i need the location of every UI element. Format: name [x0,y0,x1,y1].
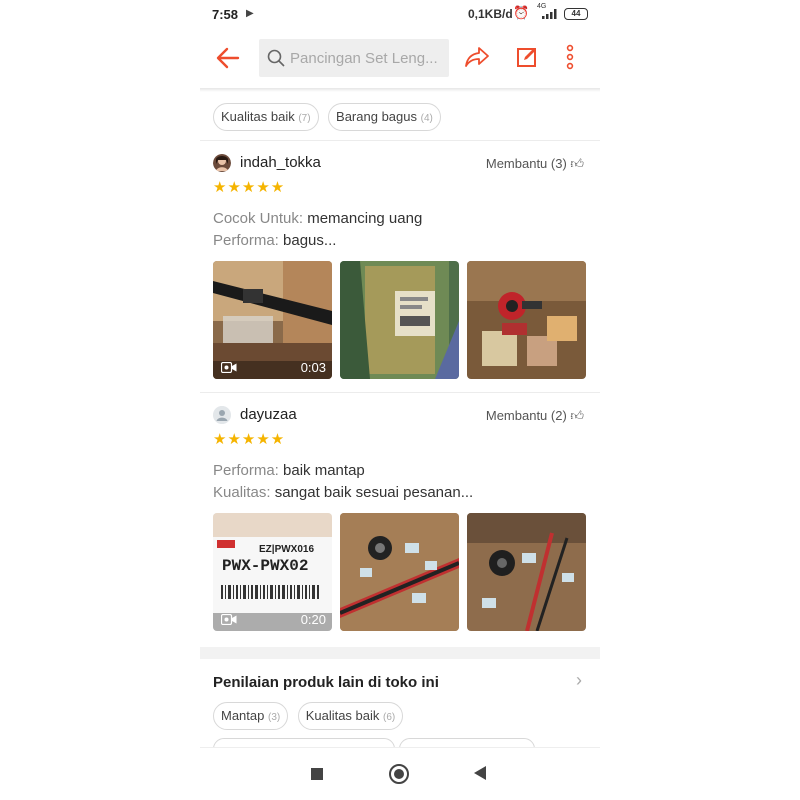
thumbs-up-icon: 👍︎ [570,156,584,171]
package-label-code: EZ|PWX016 [259,544,315,555]
divider [200,140,600,141]
search-placeholder: Pancingan Set Leng... [290,50,438,67]
star-rating: ★★★★★ [213,431,286,448]
divider [200,392,600,393]
review-detail: Kualitas: sangat baik sesuai pesanan... [213,484,474,501]
tag-chip[interactable]: Barang bagus (4) [328,103,441,131]
search-input[interactable]: Pancingan Set Leng... [259,39,449,77]
tag-chip[interactable]: Mantap (3) [213,702,289,730]
section-separator [200,647,600,659]
reviewer-name[interactable]: indah_tokka [240,154,321,171]
review-photo[interactable] [467,513,586,631]
review-video-thumbnail[interactable]: 0:03 [213,261,332,379]
edit-icon[interactable] [516,46,538,68]
review-photo[interactable] [340,261,459,379]
video-duration: 0:03 [300,360,326,375]
helpful-button[interactable]: Membantu (2) 👍︎ [486,408,584,424]
review-card: indah_tokka Membantu (3) 👍︎ ★★★★★ Cocok … [200,154,600,394]
play-icon: ▶ [246,8,254,19]
reviews-list[interactable]: Kualitas baik (7) Barang bagus (4) indah… [200,92,600,747]
back-arrow-icon[interactable] [214,44,242,72]
review-detail: Cocok Untuk: memancing uang [213,210,423,227]
reviewer-name[interactable]: dayuzaa [240,406,297,423]
video-duration: 0:20 [300,612,326,627]
share-icon[interactable] [464,45,490,69]
review-media-row: EZ|PWX016 PWX-PWX02 0:20 [213,513,593,631]
top-tag-row: Kualitas baik (7) Barang bagus (4) [213,103,446,131]
other-tag-row: Mantap (3) Kualitas baik (6) [213,702,408,730]
review-detail: Performa: baik mantap [213,462,365,479]
review-photo[interactable] [467,261,586,379]
recent-apps-icon[interactable] [311,768,323,780]
top-app-bar: Pancingan Set Leng... [200,28,600,88]
review-video-thumbnail[interactable]: EZ|PWX016 PWX-PWX02 0:20 [213,513,332,631]
status-time: 7:58 [212,7,239,22]
status-bar: 7:58 ▶ 0,1KB/d ⏰ 4G 44 [200,0,600,28]
tag-chip-partial[interactable] [399,738,535,747]
tag-chip-partial[interactable] [213,738,395,747]
back-triangle-icon[interactable] [474,766,486,780]
search-icon [267,49,285,67]
home-icon[interactable] [389,764,409,784]
network-speed: 0,1KB/d [468,7,513,21]
chevron-right-icon[interactable]: › [576,670,582,691]
thumbs-up-icon: 👍︎ [570,408,584,423]
system-nav-bar [200,747,600,800]
battery-icon: 44 [564,8,588,20]
avatar[interactable] [213,406,231,424]
signal-icon [542,9,557,19]
video-camera-icon [221,362,237,373]
alarm-icon: ⏰ [513,5,530,20]
review-detail: Performa: bagus... [213,232,337,249]
other-reviews-title[interactable]: Penilaian produk lain di toko ini [213,674,439,691]
review-media-row: 0:03 [213,261,593,379]
review-card: dayuzaa Membantu (2) 👍︎ ★★★★★ Performa: … [200,406,600,646]
star-rating: ★★★★★ [213,179,286,196]
tag-chip[interactable]: Kualitas baik (6) [297,702,404,730]
phone-screen: 7:58 ▶ 0,1KB/d ⏰ 4G 44 Pancingan Set Len… [200,0,600,800]
avatar[interactable] [213,154,231,172]
review-photo[interactable] [340,513,459,631]
package-label-model: PWX-PWX02 [222,557,309,575]
more-options-icon[interactable] [566,44,574,70]
tag-chip[interactable]: Kualitas baik (7) [213,103,319,131]
video-camera-icon [221,614,237,625]
helpful-button[interactable]: Membantu (3) 👍︎ [486,156,584,172]
